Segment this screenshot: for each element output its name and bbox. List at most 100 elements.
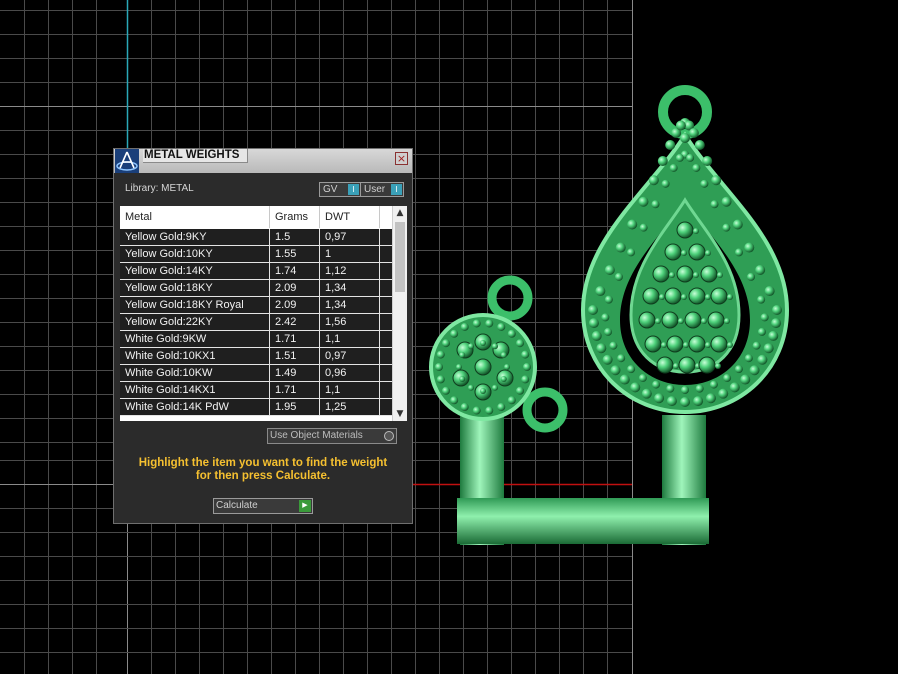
gem-setting-bead — [669, 163, 678, 172]
gem-setting-bead — [627, 219, 638, 230]
gem-setting-bead — [693, 228, 699, 234]
scroll-thumb[interactable] — [395, 222, 405, 292]
metal-cell: Yellow Gold:10KY — [120, 246, 270, 262]
gem-setting-bead — [459, 376, 466, 382]
gem-setting-bead — [732, 219, 743, 230]
gem-setting-bead — [681, 294, 687, 300]
metal-cell: Yellow Gold:22KY — [120, 314, 270, 330]
gem-setting-bead — [688, 287, 706, 305]
gem-setting-bead — [456, 364, 462, 370]
dwt-cell: 1,56 — [320, 314, 380, 330]
gem-setting-bead — [436, 350, 445, 359]
scroll-up-icon[interactable]: ▲ — [393, 206, 407, 220]
gem-setting-bead — [450, 329, 459, 338]
metal-table[interactable]: Metal Grams DWT Yellow Gold:9KY 1.5 0,97 Ye… — [120, 206, 407, 421]
table-row[interactable]: Yellow Gold:9KY 1.5 0,97 — [120, 229, 392, 246]
calculate-button[interactable]: Calculate ▶ — [213, 498, 313, 514]
use-object-materials-toggle[interactable]: Use Object Materials — [267, 428, 397, 444]
column-header-metal[interactable]: Metal — [120, 206, 270, 228]
gem-setting-bead — [688, 127, 699, 138]
gem-setting-bead — [441, 339, 450, 348]
gem-setting-bead — [734, 248, 743, 257]
gem-setting-bead — [657, 156, 668, 167]
gem-setting-bead — [507, 396, 516, 405]
gem-setting-bead — [468, 384, 474, 391]
gem-setting-bead — [604, 327, 613, 336]
gem-setting-bead — [459, 352, 466, 358]
gem-setting-bead — [695, 384, 704, 393]
table-scrollbar[interactable]: ▲ ▼ — [392, 206, 407, 421]
gem-setting-bead — [680, 133, 690, 143]
gem-setting-bead — [468, 343, 474, 350]
gem-setting-bead — [651, 200, 660, 209]
gem-setting-bead — [681, 386, 689, 394]
table-row[interactable]: Yellow Gold:18KY Royal 2.09 1,34 — [120, 297, 392, 314]
toggle-indicator-icon: I — [348, 184, 359, 195]
gem-setting-bead — [684, 311, 702, 329]
gem-setting-bead — [727, 294, 733, 300]
gem-setting-bead — [641, 388, 652, 399]
gem-setting-bead — [460, 322, 469, 331]
grams-cell: 2.09 — [270, 297, 320, 313]
gem-setting-bead — [604, 265, 615, 276]
column-header-dwt[interactable]: DWT — [320, 206, 380, 228]
play-arrow-icon: ▶ — [299, 500, 311, 512]
table-row[interactable]: White Gold:14KX1 1.71 1,1 — [120, 382, 392, 399]
metal-cell: Yellow Gold:14KY — [120, 263, 270, 279]
gem-setting-bead — [678, 356, 696, 374]
gem-setting-bead — [705, 250, 711, 256]
gem-setting-bead — [749, 365, 760, 376]
gem-setting-bead — [638, 311, 656, 329]
dialog-titlebar[interactable]: METAL WEIGHTS × — [114, 149, 412, 173]
gem-setting-bead — [661, 311, 679, 329]
gem-setting-bead — [596, 343, 607, 354]
gem-setting-bead — [747, 272, 756, 281]
column-header-grams[interactable]: Grams — [270, 206, 320, 228]
grams-cell: 1.49 — [270, 365, 320, 381]
gem-setting-bead — [676, 265, 694, 283]
table-row[interactable]: White Gold:10KW 1.49 0,96 — [120, 365, 392, 382]
close-icon[interactable]: × — [395, 152, 408, 165]
gv-library-toggle[interactable]: GV I — [319, 182, 361, 197]
gem-setting-bead — [744, 354, 753, 363]
gem-setting-bead — [472, 319, 481, 328]
gem-setting-bead — [595, 286, 606, 297]
gem-setting-bead — [516, 339, 525, 348]
grams-cell: 1.5 — [270, 229, 320, 245]
metal-cell: Yellow Gold:18KY Royal — [120, 297, 270, 313]
gem-setting-bead — [492, 343, 498, 350]
gem-setting-bead — [771, 318, 782, 329]
gem-setting-bead — [441, 386, 450, 395]
gem-setting-bead — [740, 374, 751, 385]
gem-setting-bead — [627, 365, 636, 374]
scroll-down-icon[interactable]: ▼ — [393, 407, 407, 421]
table-row[interactable]: Yellow Gold:18KY 2.09 1,34 — [120, 280, 392, 297]
table-row[interactable]: White Gold:10KX1 1.51 0,97 — [120, 348, 392, 365]
table-row[interactable]: White Gold:9KW 1.71 1,1 — [120, 331, 392, 348]
metal-cell: White Gold:14KX1 — [120, 382, 270, 398]
dwt-cell: 0,97 — [320, 348, 380, 364]
gem-setting-bead — [723, 374, 732, 383]
table-row[interactable]: Yellow Gold:22KY 2.42 1,56 — [120, 314, 392, 331]
gem-setting-bead — [676, 221, 694, 239]
gem-setting-bead — [752, 341, 761, 350]
user-library-toggle[interactable]: User I — [360, 182, 404, 197]
table-header: Metal Grams DWT — [120, 206, 392, 228]
table-row[interactable]: White Gold:14K PdW 1.95 1,25 — [120, 399, 392, 416]
stand-base — [457, 498, 709, 544]
gem-setting-bead — [680, 397, 690, 407]
table-row[interactable]: Yellow Gold:14KY 1.74 1,12 — [120, 263, 392, 280]
gem-setting-bead — [497, 403, 506, 412]
gem-setting-bead — [763, 343, 774, 354]
gem-setting-bead — [661, 342, 667, 348]
metal-cell: Yellow Gold:18KY — [120, 280, 270, 296]
gem-setting-bead — [604, 295, 613, 304]
gem-setting-bead — [615, 242, 626, 253]
table-row[interactable]: Yellow Gold:10KY 1.55 1 — [120, 246, 392, 263]
gv-toggle-label: GV — [323, 184, 338, 195]
gem-setting-bead — [666, 335, 684, 353]
gem-setting-bead — [644, 335, 662, 353]
jewelry-model[interactable] — [425, 80, 805, 550]
gem-setting-bead — [734, 365, 743, 374]
grams-cell: 1.74 — [270, 263, 320, 279]
